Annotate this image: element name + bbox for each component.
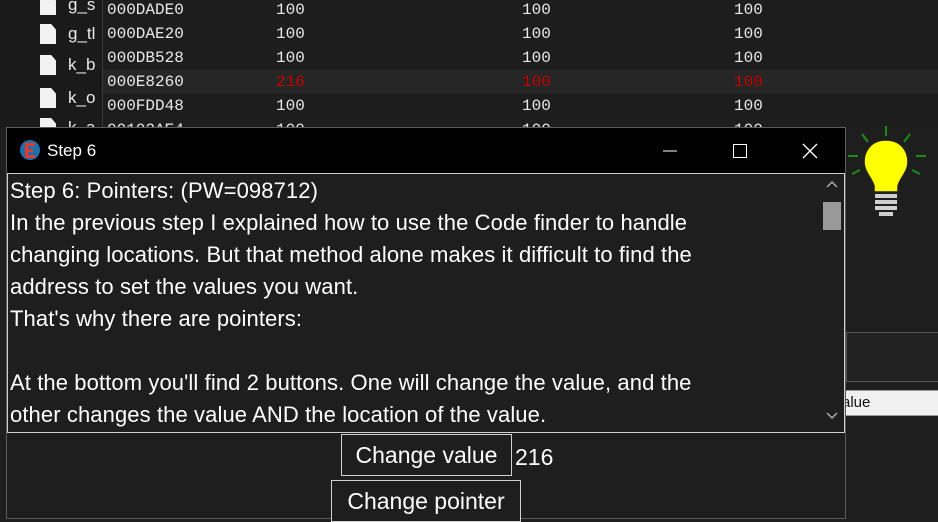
minimize-icon	[663, 150, 677, 151]
file-item[interactable]: g_tl	[40, 22, 98, 46]
address-cell: 000FDD48	[107, 97, 184, 115]
value-cell: 100	[276, 25, 305, 43]
file-item[interactable]: k_b	[40, 53, 98, 77]
address-cell: 000DAE20	[107, 25, 184, 43]
text-line: Step 6: Pointers: (PW=098712)	[10, 178, 319, 203]
lightbulb-icon	[846, 124, 932, 228]
change-pointer-button[interactable]: Change pointer	[331, 480, 521, 522]
current-value-label: 216	[515, 444, 554, 470]
address-table: 000DADE0 100 100 100 000DAE20 100 100 10…	[102, 0, 938, 139]
instructions-textarea[interactable]: Step 6: Pointers: (PW=098712) In the pre…	[7, 173, 845, 433]
value-header-label: alue	[842, 394, 871, 411]
maximize-icon	[733, 143, 747, 158]
change-value-button[interactable]: Change value	[341, 434, 512, 476]
minimize-button[interactable]	[635, 128, 705, 173]
text-line: That's why there are pointers:	[10, 306, 303, 331]
background-panel	[846, 332, 938, 382]
title-bar[interactable]: Step 6	[7, 128, 845, 173]
first-value-cell: 100	[734, 1, 763, 19]
table-row[interactable]: 000DAE20 100 100 100	[103, 22, 938, 46]
text-line: changing locations. But that method alon…	[10, 242, 692, 267]
address-cell: 000E8260	[107, 73, 184, 91]
text-line: address to set the values you want.	[10, 274, 359, 299]
file-name: k_o	[68, 88, 96, 107]
step-6-dialog: Step 6 Step 6: Pointers: (PW=098712) In …	[6, 127, 846, 522]
file-icon	[40, 24, 56, 44]
table-row[interactable]: 000DB528 100 100 100	[103, 46, 938, 70]
scroll-up-arrow-icon[interactable]	[820, 178, 844, 198]
value-cell: 100	[276, 49, 305, 67]
close-icon	[802, 143, 818, 158]
first-value-cell: 100	[734, 25, 763, 43]
close-button[interactable]	[775, 128, 845, 173]
previous-value-cell: 100	[522, 73, 551, 91]
text-line: At the bottom you'll find 2 buttons. One…	[10, 370, 692, 395]
cheat-engine-icon	[19, 139, 41, 161]
first-value-cell: 100	[734, 97, 763, 115]
file-name: k_b	[68, 55, 96, 74]
file-item[interactable]: g_s	[40, 0, 98, 17]
file-icon	[40, 88, 56, 108]
table-row[interactable]: 000DADE0 100 100 100	[103, 0, 938, 22]
first-value-cell: 100	[734, 73, 763, 91]
file-name: g_tl	[68, 24, 96, 43]
value-column-header[interactable]: alue	[842, 390, 938, 416]
file-name: g_s	[68, 0, 96, 14]
file-list-panel: g_s g_tl k_b k_o k_a	[0, 0, 102, 138]
text-line: In the previous step I explained how to …	[10, 210, 688, 235]
value-cell: 100	[276, 1, 305, 19]
previous-value-cell: 100	[522, 49, 551, 67]
value-cell: 100	[276, 97, 305, 115]
file-icon	[40, 55, 56, 75]
first-value-cell: 100	[734, 49, 763, 67]
address-cell: 000DADE0	[107, 1, 184, 19]
previous-value-cell: 100	[522, 25, 551, 43]
vertical-scrollbar[interactable]	[820, 174, 844, 432]
value-cell: 216	[276, 73, 305, 91]
table-row[interactable]: 000FDD48 100 100 100	[103, 94, 938, 118]
table-row-changed[interactable]: 000E8260 216 100 100	[103, 70, 938, 94]
address-cell: 000DB528	[107, 49, 184, 67]
text-line: other changes the value AND the location…	[10, 402, 547, 427]
previous-value-cell: 100	[522, 97, 551, 115]
scrollbar-thumb[interactable]	[823, 202, 841, 230]
file-item[interactable]: k_o	[40, 86, 98, 110]
maximize-button[interactable]	[705, 128, 775, 173]
scroll-down-arrow-icon[interactable]	[820, 410, 844, 430]
window-title: Step 6	[47, 141, 97, 160]
previous-value-cell: 100	[522, 1, 551, 19]
file-icon	[40, 0, 56, 15]
